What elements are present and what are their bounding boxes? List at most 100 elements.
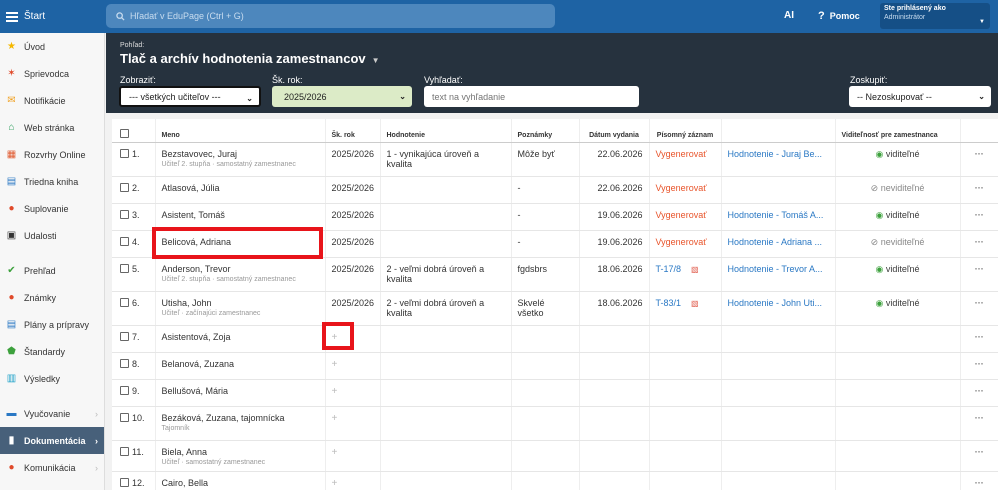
record-file-link[interactable]: T-17/8 [656, 264, 682, 274]
generate-record-link[interactable]: Vygenerovať [656, 237, 707, 247]
visibility-toggle[interactable]: ⊘ neviditeľné [871, 183, 925, 193]
pdf-icon[interactable]: ▧ [691, 299, 699, 308]
column-record[interactable]: Písomný záznam [648, 119, 721, 143]
column-notes[interactable]: Poznámky [510, 119, 579, 143]
more-icon[interactable]: ··· [975, 210, 984, 220]
visibility-toggle[interactable]: ◉ viditeľné [875, 298, 919, 308]
generate-record-link[interactable]: Vygenerovať [656, 183, 707, 193]
plus-icon[interactable]: + [332, 413, 338, 424]
sidebar-item-15[interactable]: ▮ Dokumentácia › [0, 427, 104, 454]
sidebar-item-6[interactable]: ▤ Triedna kniha [0, 168, 104, 195]
employee-cell[interactable]: Belicová, Adriana [154, 230, 325, 258]
row-checkbox[interactable] [120, 477, 129, 487]
sidebar-item-3[interactable]: ✉ Notifikácie [0, 87, 104, 114]
generate-record-link[interactable]: Vygenerovať [656, 149, 707, 159]
row-checkbox[interactable] [120, 385, 129, 395]
more-icon[interactable]: ··· [975, 298, 984, 308]
sidebar-item-14[interactable]: ▬ Vyučovanie › [0, 400, 104, 427]
employee-cell[interactable]: Bezáková, Zuzana, tajomnícka Tajomník [154, 406, 325, 441]
row-checkbox[interactable] [120, 412, 129, 422]
column-date[interactable]: Dátum vydania [578, 119, 649, 143]
sidebar-item-16[interactable]: ● Komunikácia › [0, 454, 104, 481]
column-year[interactable]: Šk. rok [324, 119, 380, 143]
plus-icon[interactable]: + [332, 386, 338, 397]
global-search-input[interactable] [130, 11, 530, 21]
more-icon[interactable]: ··· [975, 237, 984, 247]
help-button[interactable]: ? Pomoc [818, 10, 860, 22]
visibility-toggle[interactable]: ◉ viditeľné [875, 210, 919, 220]
user-menu[interactable]: Ste prihlásený ako Administrátor ▼ [880, 3, 990, 29]
more-icon[interactable]: ··· [975, 359, 984, 369]
sidebar-item-5[interactable]: ▦ Rozvrhy Online [0, 141, 104, 168]
more-icon[interactable]: ··· [975, 478, 984, 488]
sidebar-item-12[interactable]: ⬟ Štandardy [0, 338, 104, 365]
visibility-toggle[interactable]: ◉ viditeľné [875, 264, 919, 274]
employee-cell[interactable]: Bezstavovec, Juraj Učiteľ 2. stupňa · sam… [154, 142, 325, 177]
row-checkbox[interactable] [120, 297, 129, 307]
employee-cell[interactable]: Bellušová, Mária [154, 379, 325, 407]
row-checkbox[interactable] [120, 236, 129, 246]
row-checkbox[interactable] [120, 358, 129, 368]
global-search[interactable] [106, 4, 555, 28]
more-icon[interactable]: ··· [975, 183, 984, 193]
more-icon[interactable]: ··· [975, 264, 984, 274]
generate-record-link[interactable]: Vygenerovať [656, 210, 707, 220]
sidebar-item-2[interactable]: ✶ Sprievodca [0, 60, 104, 87]
sidebar-item-11[interactable]: ▤ Plány a prípravy [0, 311, 104, 338]
evaluation-doc-link[interactable]: Hodnotenie - Juraj Be... [728, 149, 823, 159]
evaluation-doc-link[interactable]: Hodnotenie - John Uti... [728, 298, 823, 308]
evaluation-doc-link[interactable]: Hodnotenie - Adriana ... [728, 237, 823, 247]
more-icon[interactable]: ··· [975, 149, 984, 159]
sidebar-item-1[interactable]: ★ Úvod [0, 33, 104, 60]
sidebar-item-7[interactable]: ● Suplovanie [0, 195, 104, 222]
row-checkbox[interactable] [120, 148, 129, 158]
plus-icon[interactable]: + [332, 359, 338, 370]
evaluation-doc-link[interactable]: Hodnotenie - Tomáš A... [728, 210, 824, 220]
employee-cell[interactable]: Utisha, John Učiteľ · začínajúci zamestna… [154, 291, 325, 326]
empty-cell [510, 440, 579, 472]
sidebar-item-8[interactable]: ▣ Udalosti [0, 222, 104, 249]
row-checkbox[interactable] [120, 263, 129, 273]
record-cell: T-17/8 ▧ [648, 257, 721, 292]
employee-cell[interactable]: Cairo, Bella [154, 471, 325, 490]
group-filter-select[interactable]: -- Nezoskupovať -- ⌄ [849, 86, 991, 107]
row-checkbox[interactable] [120, 209, 129, 219]
visibility-toggle[interactable]: ◉ viditeľné [875, 149, 919, 159]
page-title[interactable]: Tlač a archív hodnotenia zamestnancov ▼ [120, 51, 380, 66]
column-evaluation[interactable]: Hodnotenie [379, 119, 511, 143]
record-file-link[interactable]: T-83/1 [656, 298, 682, 308]
more-icon[interactable]: ··· [975, 386, 984, 396]
row-checkbox[interactable] [120, 182, 129, 192]
pdf-icon[interactable]: ▧ [691, 265, 699, 274]
ai-button[interactable]: AI [784, 10, 794, 21]
row-select-cell: 10. [112, 406, 155, 441]
plus-icon[interactable]: + [332, 447, 338, 458]
plus-icon[interactable]: + [332, 332, 338, 343]
more-icon[interactable]: ··· [975, 413, 984, 423]
employee-cell[interactable]: Asistent, Tomáš [154, 203, 325, 231]
employee-cell[interactable]: Anderson, Trevor Učiteľ 2. stupňa · samos… [154, 257, 325, 292]
row-checkbox[interactable] [120, 446, 129, 456]
sidebar-item-10[interactable]: ● Známky [0, 284, 104, 311]
employee-cell[interactable]: Belanová, Zuzana [154, 352, 325, 380]
sidebar-item-9[interactable]: ✔ Prehľad [0, 257, 104, 284]
select-all-checkbox[interactable] [120, 128, 129, 138]
more-icon[interactable]: ··· [975, 447, 984, 457]
visibility-toggle[interactable]: ⊘ neviditeľné [871, 237, 925, 247]
start-menu-button[interactable]: Štart [0, 0, 105, 33]
show-filter-select[interactable]: --- všetkých učiteľov --- ⌄ [119, 86, 261, 107]
search-filter-input[interactable] [424, 86, 639, 107]
sidebar-item-4[interactable]: ⌂ Web stránka [0, 114, 104, 141]
employee-cell[interactable]: Biela, Anna Učiteľ · samostatný zamestnan… [154, 440, 325, 472]
column-name[interactable]: Meno [154, 119, 325, 143]
plus-icon[interactable]: + [332, 478, 338, 489]
sidebar-item-13[interactable]: ▥ Výsledky [0, 365, 104, 392]
year-filter-select[interactable]: 2025/2026 ⌄ [272, 86, 412, 107]
employee-cell[interactable]: Asistentová, Zoja [154, 325, 325, 353]
row-checkbox[interactable] [120, 331, 129, 341]
column-visibility[interactable]: Viditeľnosť pre zamestnanca [834, 119, 960, 143]
evaluation-doc-link[interactable]: Hodnotenie - Trevor A... [728, 264, 823, 274]
record-cell: T-83/1 ▧ [648, 291, 721, 326]
employee-cell[interactable]: Atlasová, Júlia [154, 176, 325, 204]
more-icon[interactable]: ··· [975, 332, 984, 342]
